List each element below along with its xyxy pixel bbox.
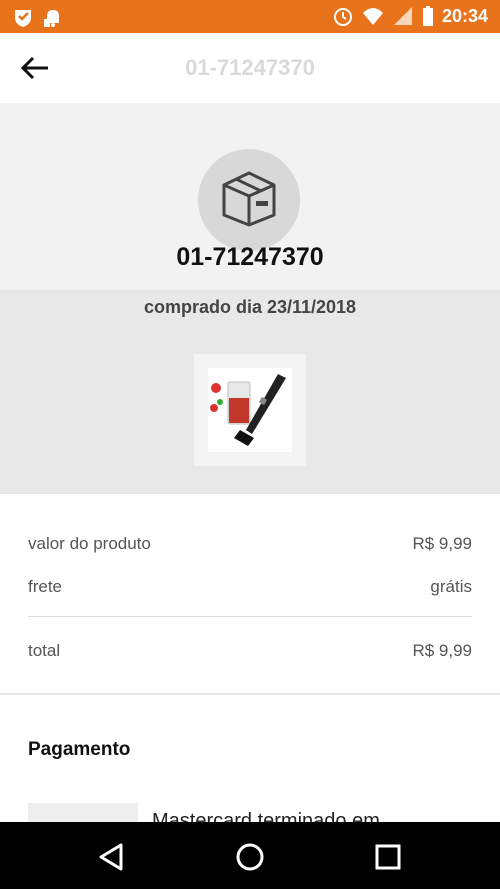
payment-section-title: Pagamento xyxy=(28,739,131,760)
summary-divider xyxy=(28,616,472,617)
app-bar: 01-71247370 xyxy=(0,33,500,103)
status-bar: 20:34 xyxy=(0,0,500,33)
summary-value: grátis xyxy=(430,577,472,596)
wifi-icon xyxy=(362,5,384,27)
credit-card-icon xyxy=(28,803,138,823)
system-nav-bar xyxy=(0,822,500,889)
summary-row-shipping: frete grátis xyxy=(28,577,472,597)
battery-icon xyxy=(422,5,434,27)
alarm-icon xyxy=(332,5,354,27)
summary-row-total: total R$ 9,99 xyxy=(28,641,472,661)
hand-blender-product-image xyxy=(208,368,292,452)
total-label: total xyxy=(28,641,61,660)
signal-icon xyxy=(392,5,414,27)
recents-square-icon[interactable] xyxy=(371,840,405,874)
section-separator xyxy=(0,693,500,695)
notification-icon xyxy=(42,6,64,28)
order-number: 01-71247370 xyxy=(176,243,324,271)
order-avatar xyxy=(194,145,304,255)
summary-value: R$ 9,99 xyxy=(412,534,472,553)
payment-method-text: Mastercard terminado em xyxy=(152,810,380,822)
summary-row-product-value: valor do produto R$ 9,99 xyxy=(28,534,472,554)
home-circle-icon[interactable] xyxy=(233,840,267,874)
shield-heart-icon xyxy=(12,6,34,28)
package-box-icon xyxy=(214,163,284,238)
status-time: 20:34 xyxy=(441,5,488,26)
product-thumbnail[interactable] xyxy=(194,354,306,466)
app-bar-title: 01-71247370 xyxy=(185,55,315,80)
summary-label: valor do produto xyxy=(28,534,151,553)
summary-label: frete xyxy=(28,577,63,596)
total-value: R$ 9,99 xyxy=(412,641,472,660)
back-triangle-icon[interactable] xyxy=(95,840,129,874)
purchase-date: comprado dia 23/11/2018 xyxy=(143,297,357,317)
